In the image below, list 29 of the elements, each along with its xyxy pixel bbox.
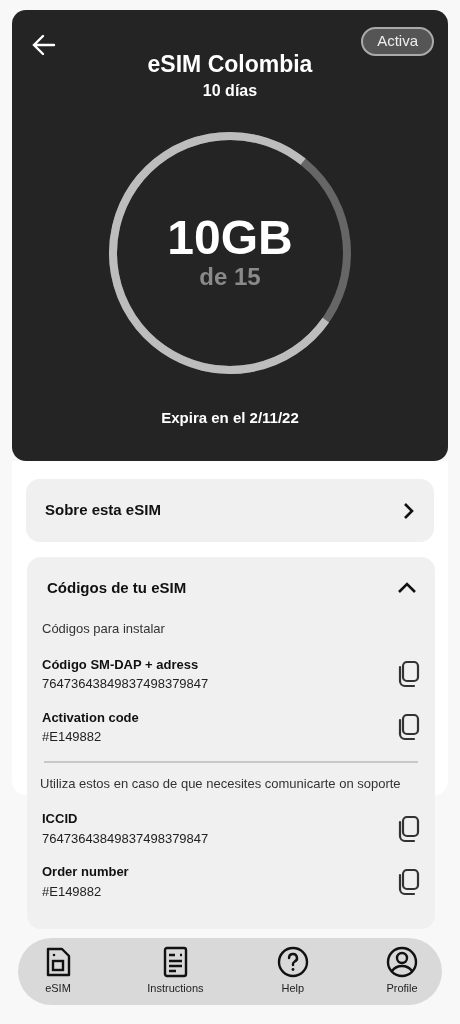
plan-title: eSIM Colombia	[147, 50, 313, 79]
code-label: Order number	[42, 863, 129, 881]
code-value: 76473643849837498379847	[42, 675, 209, 693]
data-amount: 10GB	[167, 213, 293, 262]
about-row[interactable]: Sobre esta eSIM	[26, 479, 434, 542]
copy-icon[interactable]	[396, 713, 420, 741]
copy-icon[interactable]	[396, 660, 420, 688]
nav-item[interactable]: Help	[272, 946, 313, 997]
back-arrow-icon[interactable]	[32, 34, 56, 56]
code-value: #E149882	[42, 882, 103, 901]
section-caption: Utiliza estos en caso de que necesites comunicarte on soporte	[40, 774, 402, 793]
section-caption: Códigos para instalar	[42, 620, 166, 638]
data-total: de 15	[199, 261, 261, 292]
code-label: ICCID	[42, 810, 79, 828]
code-label: Activation code	[42, 708, 139, 727]
codes-header[interactable]: Códigos de tu eSIM	[42, 557, 420, 619]
code-value: #E149882	[42, 728, 103, 746]
copy-icon[interactable]	[396, 867, 420, 896]
nav-item[interactable]: eSIM	[38, 946, 78, 997]
code-label: Código SM-DAP + adress	[42, 655, 200, 674]
expiry-date: Expira en el 2/11/22	[161, 407, 299, 428]
copy-icon[interactable]	[396, 814, 420, 843]
nav-item[interactable]: Profile	[382, 946, 422, 997]
nav-item[interactable]: Instructions	[147, 946, 204, 997]
plan-duration: 10 días	[202, 80, 258, 101]
code-value: 76473643849837498379847	[42, 829, 209, 848]
profile-icon	[386, 946, 418, 979]
help-icon	[276, 946, 309, 979]
status-badge: Activa	[361, 27, 434, 56]
